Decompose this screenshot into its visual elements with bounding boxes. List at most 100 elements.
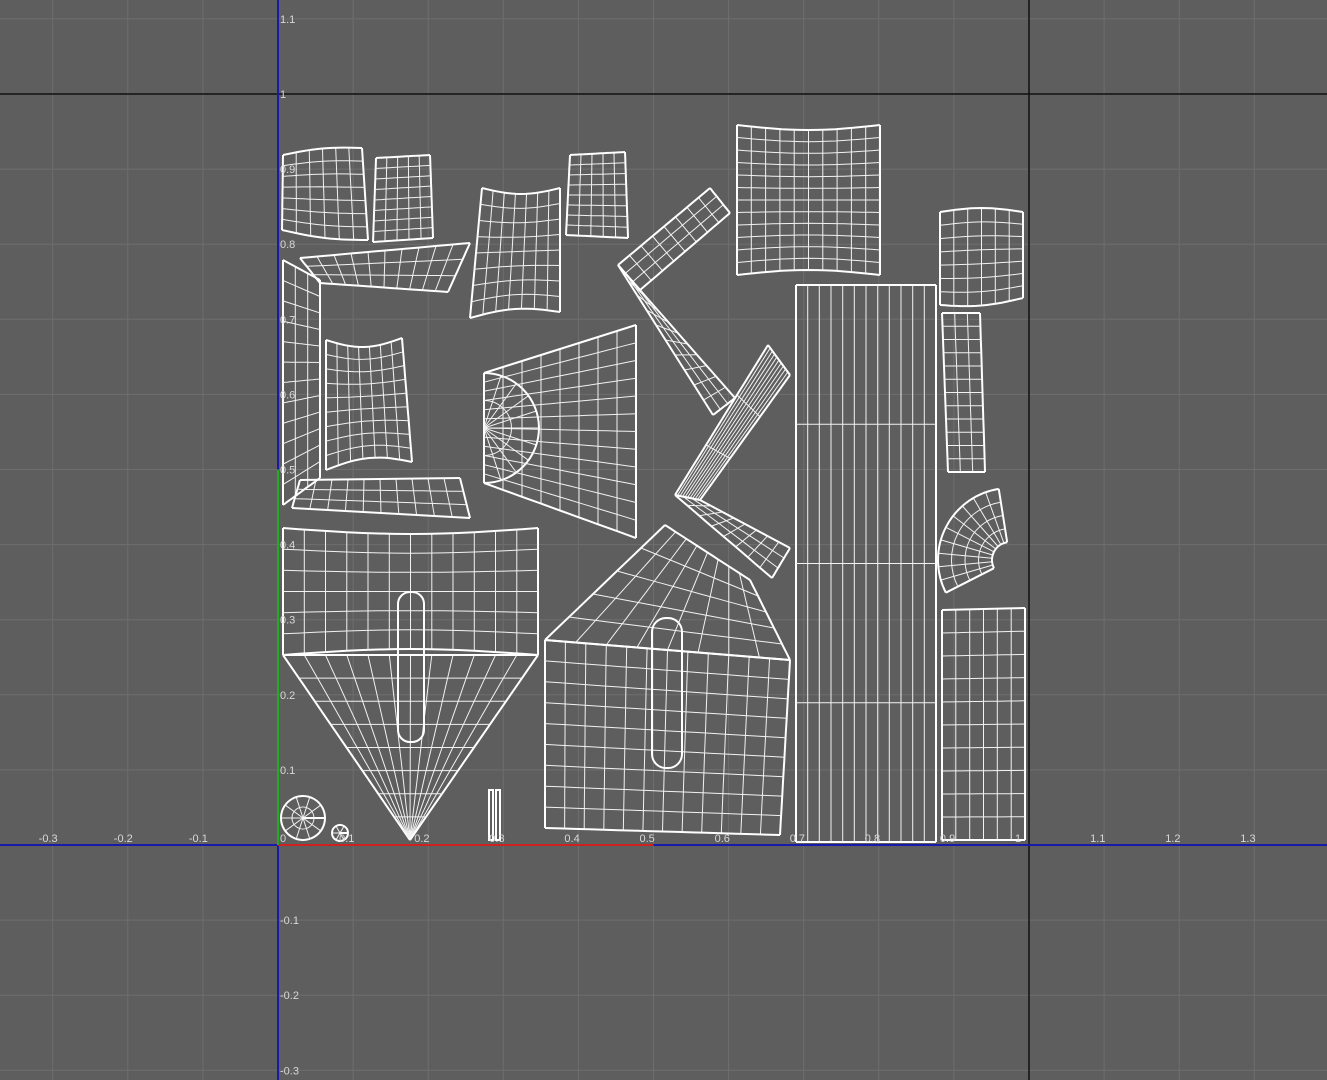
uv-edge-line	[375, 154, 431, 159]
uv-edge-line	[675, 216, 697, 243]
small-patch-a[interactable]	[281, 146, 369, 241]
uv-edge-line	[347, 345, 352, 462]
uv-edge-line	[567, 204, 627, 207]
u-tick-label: 0.9	[940, 833, 955, 845]
l-bracket-shell[interactable]	[282, 242, 471, 519]
uv-edge-line	[325, 419, 409, 428]
uv-edge-line	[372, 237, 434, 243]
uv-edge-line	[282, 444, 321, 465]
uv-edge-line	[568, 183, 627, 186]
u-axis-labels: -0.3 -0.2 -0.1 0.1 0.2 0.3 0.4 0.5 0.6 0.7 0.8 0.9 1…	[39, 833, 1256, 845]
v-tick-label: 0.1	[280, 765, 295, 777]
v-tick-label: -0.1	[280, 915, 299, 927]
uv-edge-line	[344, 479, 349, 512]
uv-edge-line	[941, 607, 1026, 611]
uv-edge-line	[652, 235, 675, 262]
uv-edge-line	[701, 653, 709, 833]
small-patch-d[interactable]	[469, 187, 561, 319]
uv-edge-line	[325, 444, 411, 457]
large-patch-top[interactable]	[736, 124, 881, 276]
small-patch-b[interactable]	[372, 154, 434, 243]
long-strip[interactable]	[795, 284, 937, 843]
u-tick-label: 0.3	[489, 833, 504, 845]
uv-edge-line	[642, 648, 648, 831]
uv-edge-line	[395, 478, 400, 515]
uv-edge-line	[325, 406, 408, 413]
uv-edge-line	[566, 224, 628, 228]
uv-edge-line	[447, 242, 471, 293]
uv-edge-line	[687, 359, 780, 498]
uv-edge-line	[373, 216, 433, 222]
uv-edge-line	[362, 479, 365, 513]
uv-edge-line	[636, 294, 660, 313]
u-tick-label: 0.7	[790, 833, 805, 845]
uv-edge-line	[759, 658, 771, 835]
uv-edge-line	[409, 247, 420, 290]
strip-bottom-right[interactable]	[941, 607, 1026, 841]
uv-edge-line	[396, 248, 403, 289]
uv-edge-line	[991, 541, 1008, 569]
v-tick-label: 0.9	[280, 164, 295, 176]
circle-disc[interactable]	[280, 794, 326, 841]
u-tick-label: 1	[1015, 833, 1021, 845]
uv-edge-line	[336, 343, 339, 466]
uv-edge-line	[374, 185, 432, 190]
uv-edge-line	[333, 254, 347, 285]
uv-edge-line	[747, 535, 768, 558]
uv-edge-line	[679, 350, 773, 497]
small-patch-c[interactable]	[565, 151, 629, 239]
uv-edge-line	[624, 195, 718, 274]
uv-edge-line	[544, 524, 666, 641]
u-tick-label: -0.2	[114, 833, 133, 845]
uv-edge-line	[358, 346, 364, 459]
uv-edge-line	[374, 196, 432, 201]
fan-right[interactable]	[937, 487, 1009, 594]
uv-edge-line	[640, 547, 759, 597]
uv-edge-line	[779, 659, 791, 836]
uv-edge-line	[941, 700, 1026, 703]
uv-edge-line	[421, 245, 437, 291]
uv-edge-line	[736, 268, 881, 276]
uv-edge-line	[632, 204, 724, 283]
u-tick-label: 0.5	[640, 833, 655, 845]
v-tick-label: 0.5	[280, 465, 295, 477]
shield-right[interactable]	[544, 524, 791, 836]
uv-edge-line	[603, 644, 607, 830]
uv-edge-line	[379, 344, 388, 459]
uv-edge-line	[617, 187, 711, 266]
uv-edge-line	[605, 538, 687, 646]
uv-edge-line	[942, 746, 1026, 749]
uv-edge-line	[325, 456, 413, 471]
uv-edge-line	[325, 378, 406, 385]
uv-edge-line	[699, 511, 723, 517]
v-tick-label: 0.6	[280, 389, 295, 401]
uv-edge-line	[335, 825, 341, 834]
uv-tile-borders	[0, 0, 1327, 1080]
narrow-strip-right[interactable]	[941, 312, 986, 473]
uv-edge-line	[325, 432, 410, 442]
inner-patch[interactable]	[325, 337, 413, 471]
v-tick-label: -0.2	[280, 990, 299, 1002]
uv-edge-line	[759, 541, 780, 568]
uv-editor-viewport[interactable]: -0.3 -0.2 -0.1 0.1 0.2 0.3 0.4 0.5 0.6 0.7 0.8 0.9 1…	[0, 0, 1327, 1080]
right-patch-top[interactable]	[939, 206, 1024, 308]
uv-edge-line	[662, 649, 668, 832]
uv-edge-line	[367, 251, 372, 287]
uv-edge-line	[375, 175, 431, 180]
fan-patch[interactable]	[483, 324, 637, 539]
uv-edge-line	[375, 164, 431, 169]
origin-label: 0	[280, 833, 286, 845]
uv-edge-line	[712, 397, 736, 416]
uv-edge-line	[736, 124, 881, 132]
uv-edge-line	[282, 341, 321, 347]
uv-edge-line	[664, 524, 751, 581]
uv-edge-line	[368, 346, 376, 458]
uv-edge-line	[720, 654, 730, 834]
uv-edge-line	[687, 504, 712, 507]
u-tick-label: 0.6	[715, 833, 730, 845]
u-tick-label: 0.4	[564, 833, 579, 845]
v-tick-label: 0.8	[280, 239, 295, 251]
uv-edge-line	[427, 478, 435, 517]
uv-edge-line	[697, 559, 719, 653]
v-tick-label: 1	[280, 89, 286, 101]
